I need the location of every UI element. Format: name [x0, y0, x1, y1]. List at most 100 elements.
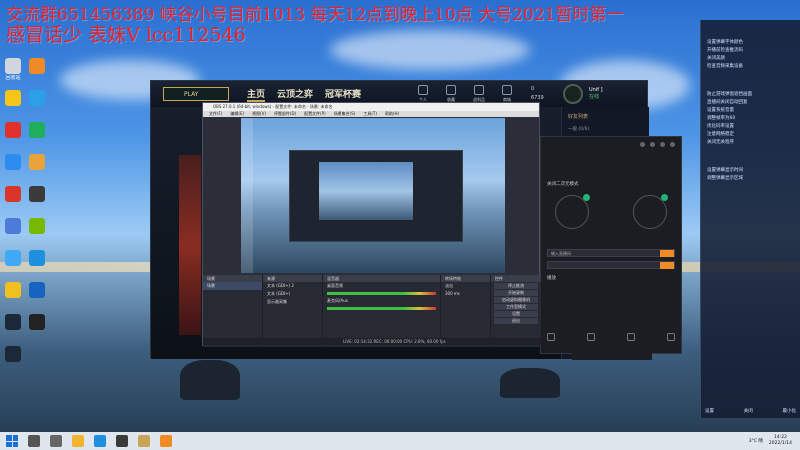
- friends-header: 好友列表: [568, 114, 589, 120]
- edge-taskbar-icon[interactable]: [94, 435, 106, 447]
- app-icon-4[interactable]: [0, 122, 26, 139]
- game-taskbar-icon[interactable]: [138, 435, 150, 447]
- notes-footer-item[interactable]: 关闭: [744, 408, 753, 414]
- loot-tab[interactable]: 战利品: [465, 85, 493, 103]
- transition-duration[interactable]: 300 ms: [441, 290, 490, 297]
- volume-meter[interactable]: [327, 307, 436, 310]
- obs-menu-item[interactable]: 工具(T): [363, 111, 377, 117]
- profile-widget[interactable]: Unif ] 在线: [563, 83, 647, 105]
- obs-control-button[interactable]: 开始录制: [494, 290, 538, 296]
- obs-control-button[interactable]: 退出: [494, 318, 538, 324]
- app-icon-5[interactable]: [24, 122, 50, 139]
- recycle-bin-icon[interactable]: 回收站: [0, 58, 26, 81]
- app-icon-2[interactable]: [0, 90, 26, 107]
- obs-control-button[interactable]: 设置: [494, 311, 538, 317]
- steam-icon[interactable]: [0, 314, 26, 331]
- settings-icon[interactable]: [640, 141, 645, 147]
- nvidia-icon-glyph: [29, 218, 45, 234]
- scene-item[interactable]: 场景: [203, 282, 262, 290]
- source-item[interactable]: 显示器采集: [263, 298, 322, 306]
- source-item[interactable]: 文本 (GDI+) 2: [263, 282, 322, 290]
- tool-taskbar-icon[interactable]: [160, 435, 172, 447]
- app-icon-13[interactable]: [0, 346, 26, 363]
- taskview-taskbar-icon[interactable]: [50, 435, 62, 447]
- profile-tab[interactable]: 个人: [409, 85, 437, 103]
- screen-icon[interactable]: [627, 333, 635, 341]
- obs-control-button[interactable]: 启动虚拟摄像机: [494, 297, 538, 303]
- app-icon-7[interactable]: [24, 154, 50, 171]
- note-line: 设置系统音量: [707, 108, 734, 113]
- nvidia-icon[interactable]: [24, 218, 50, 235]
- obs-menu-item[interactable]: 编辑(E): [230, 111, 244, 117]
- tool-circle-button[interactable]: [555, 194, 590, 229]
- game-nav-tft[interactable]: 云顶之弈: [277, 87, 313, 102]
- app-icon-8[interactable]: [0, 186, 26, 203]
- tool-option[interactable]: 关闭二次元模式: [541, 179, 681, 189]
- mixer-track-label: 桌面音频: [327, 283, 343, 288]
- obs-title-bar[interactable]: OBS 27.0.1 (64-bit, windows) - 配置文件: 未命名…: [203, 103, 539, 111]
- tool-circle-button[interactable]: [633, 194, 668, 229]
- obs-taskbar-icon[interactable]: [116, 435, 128, 447]
- friends-group[interactable]: 一般 (0/6): [562, 126, 649, 132]
- explorer-taskbar-icon[interactable]: [72, 435, 84, 447]
- taskbar: 3°C 晴 14:22 2022/1/14: [0, 432, 800, 450]
- obs-menu-item[interactable]: 帮助(H): [385, 111, 399, 117]
- mic-icon[interactable]: [547, 333, 555, 341]
- qq-icon[interactable]: [24, 314, 50, 331]
- transition-select[interactable]: 淡出: [441, 282, 490, 290]
- search-taskbar-icon[interactable]: [28, 435, 40, 447]
- obs-preview[interactable]: [241, 118, 505, 273]
- minimize-icon[interactable]: [650, 141, 655, 147]
- obs-control-button[interactable]: 工作室模式: [494, 304, 538, 310]
- collection-tab[interactable]: 收藏: [437, 85, 465, 103]
- app-icon-11[interactable]: [0, 282, 26, 299]
- app-icon-3[interactable]: [24, 90, 50, 107]
- obs-menu-item[interactable]: 场景集合(S): [334, 111, 356, 117]
- store-tab[interactable]: 商城: [493, 85, 521, 103]
- camera-icon[interactable]: [587, 333, 595, 341]
- tool-go-button-2[interactable]: [660, 262, 674, 269]
- game-nav-home[interactable]: 主页: [247, 87, 266, 102]
- obs-control-button[interactable]: 停止推流: [494, 283, 538, 289]
- clock[interactable]: 14:22 2022/1/14: [769, 435, 792, 447]
- app-icon-9[interactable]: [0, 218, 26, 235]
- game-nav-clash[interactable]: 冠军杯赛: [325, 87, 361, 102]
- rp-value: 0: [531, 86, 535, 92]
- app-icon-1[interactable]: [24, 58, 50, 75]
- obs-icon[interactable]: [24, 186, 50, 203]
- volume-meter[interactable]: [327, 292, 436, 295]
- notes-footer-item[interactable]: 设置: [705, 408, 714, 414]
- obs-menu-item[interactable]: 文件(F): [209, 111, 222, 117]
- app-icon-6[interactable]: [0, 154, 26, 171]
- obs-menu-item[interactable]: 视图(V): [252, 111, 266, 117]
- app-icon-7-glyph: [29, 154, 45, 170]
- tool-input-field[interactable]: 输入直播间: [547, 249, 675, 257]
- start-button[interactable]: [6, 435, 18, 447]
- taskbar-apps: [18, 435, 172, 447]
- close-icon[interactable]: [670, 141, 675, 147]
- app-icon-3-glyph: [29, 90, 45, 106]
- app-icon-10[interactable]: [0, 250, 26, 267]
- game-nav: 主页 云顶之弈 冠军杯赛: [247, 87, 373, 102]
- gear-icon[interactable]: [667, 333, 675, 341]
- tool-option[interactable]: 播放: [541, 273, 681, 283]
- maximize-icon[interactable]: [660, 141, 665, 147]
- source-item[interactable]: 文本 (GDI+): [263, 290, 322, 298]
- app-icon-12[interactable]: [24, 282, 50, 299]
- note-line: 直播间关闭自动回复: [707, 100, 748, 105]
- mixer-track-label: 麦克风/Aux: [327, 298, 348, 303]
- obs-menu-item[interactable]: 停靠部件(D): [274, 111, 296, 117]
- obs-docks: 场景 场景 来源 文本 (GDI+) 2 文本 (GDI+) 显示器采集 混音器…: [203, 275, 541, 347]
- game-icon-bar: 个人 收藏 战利品 商城: [409, 85, 521, 103]
- tool-go-button[interactable]: [660, 250, 674, 257]
- note-line: 关闭无关程序: [707, 140, 734, 145]
- note-line: 优化码率设置: [707, 124, 734, 129]
- controls-dock: 控件 停止推流 开始录制 启动虚拟摄像机 工作室模式 设置 退出: [491, 275, 541, 347]
- weather-text[interactable]: 3°C 晴: [749, 438, 763, 444]
- play-button[interactable]: PLAY: [163, 87, 229, 101]
- mixer-dock: 混音器 桌面音频 麦克风/Aux: [323, 275, 441, 347]
- tool-input-field-2[interactable]: [547, 261, 675, 269]
- obs-menu-item[interactable]: 配置文件(P): [304, 111, 326, 117]
- edge-icon[interactable]: [24, 250, 50, 267]
- notes-footer-item[interactable]: 最小化: [783, 408, 797, 414]
